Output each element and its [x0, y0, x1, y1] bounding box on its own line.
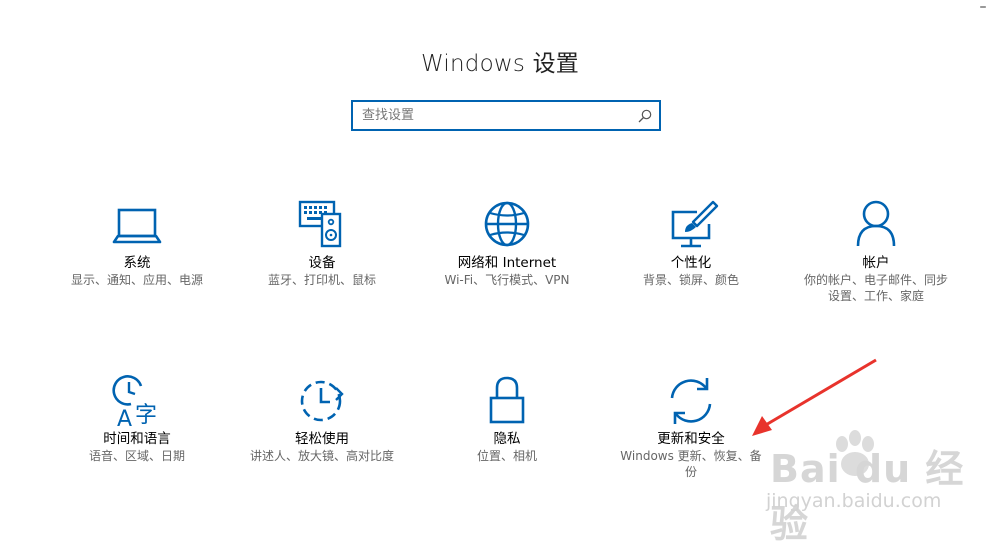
search-icon[interactable]: [637, 108, 653, 124]
tile-label: 系统: [123, 255, 151, 271]
tile-system[interactable]: 系统 显示、通知、应用、电源: [47, 198, 227, 288]
tile-accounts[interactable]: 帐户 你的帐户、电子邮件、同步设置、工作、家庭: [786, 198, 966, 304]
tile-label: 设备: [308, 255, 336, 271]
minimize-button[interactable]: –: [972, 0, 994, 18]
tile-label: 轻松使用: [295, 431, 349, 447]
page-title: Windows 设置: [421, 51, 579, 77]
tile-time-language[interactable]: A 字 时间和语言 语音、区域、日期: [47, 374, 227, 464]
tile-ease-of-access[interactable]: 轻松使用 讲述人、放大镜、高对比度: [232, 374, 412, 464]
paint-monitor-icon: [671, 200, 719, 248]
sync-icon: [670, 378, 712, 424]
laptop-icon: [112, 208, 162, 244]
tile-label: 隐私: [493, 431, 521, 447]
tile-description: 蓝牙、打印机、鼠标: [267, 273, 376, 287]
tile-personalization[interactable]: 个性化 背景、锁屏、颜色: [601, 198, 781, 288]
search-input[interactable]: [353, 102, 632, 129]
lock-icon: [489, 376, 525, 424]
tile-description: Windows 更新、恢复、备份: [620, 449, 762, 479]
tile-label: 网络和 Internet: [457, 255, 557, 271]
tile-label: 个性化: [670, 255, 712, 271]
svg-text:字: 字: [135, 403, 157, 428]
ease-of-access-icon: [300, 380, 344, 422]
person-icon: [856, 200, 896, 247]
tile-description: 背景、锁屏、颜色: [642, 273, 739, 287]
tile-description: 位置、相机: [476, 449, 537, 463]
watermark-url: jingyan.baidu.com: [766, 490, 942, 512]
tile-description: 显示、通知、应用、电源: [70, 273, 203, 287]
tile-label: 时间和语言: [103, 431, 171, 447]
svg-text:A: A: [117, 407, 132, 428]
search-box[interactable]: [351, 100, 661, 131]
clock-language-icon: A 字: [112, 375, 157, 428]
tile-description: Wi-Fi、飞行模式、VPN: [444, 273, 570, 287]
tile-description: 讲述人、放大镜、高对比度: [249, 449, 394, 463]
globe-icon: [484, 201, 530, 247]
tile-description: 语音、区域、日期: [88, 449, 185, 463]
keyboard-speaker-icon: [298, 200, 342, 248]
tile-privacy[interactable]: 隐私 位置、相机: [417, 374, 597, 464]
tile-network[interactable]: 网络和 Internet Wi-Fi、飞行模式、VPN: [417, 198, 597, 288]
tile-devices[interactable]: 设备 蓝牙、打印机、鼠标: [232, 198, 412, 288]
tile-label: 帐户: [862, 255, 890, 271]
tile-description: 你的帐户、电子邮件、同步设置、工作、家庭: [803, 273, 948, 303]
baidu-watermark: Bai du 经验 jingyan.baidu.com: [760, 428, 990, 546]
